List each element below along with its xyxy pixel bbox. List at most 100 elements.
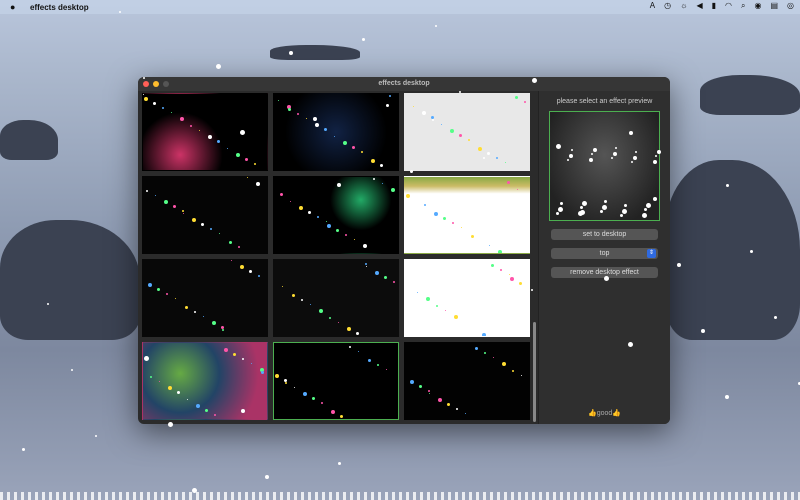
particle bbox=[428, 390, 430, 392]
snowflake bbox=[633, 156, 637, 160]
keyboard-input-icon[interactable]: A bbox=[650, 1, 655, 11]
effect-tile-color-bokeh[interactable] bbox=[142, 342, 268, 420]
particle bbox=[386, 369, 387, 370]
particle bbox=[391, 188, 395, 192]
status-icons: A ◷ ☼ ◀ ▮ ◠ ⌕ ◉ ▤ ◎ bbox=[650, 1, 794, 11]
snowflake bbox=[624, 204, 627, 207]
zoom-button[interactable] bbox=[163, 81, 169, 87]
particle bbox=[436, 305, 438, 307]
particle bbox=[358, 351, 359, 352]
close-button[interactable] bbox=[143, 81, 149, 87]
particle bbox=[290, 201, 291, 202]
snowflake bbox=[216, 64, 221, 69]
snowflake bbox=[571, 149, 573, 151]
remove-desktop-effect-button[interactable]: remove desktop effect bbox=[551, 267, 658, 278]
particle bbox=[377, 364, 379, 366]
position-select[interactable]: top ⇕ bbox=[551, 248, 658, 259]
particle bbox=[426, 297, 430, 301]
apple-menu-icon[interactable]: ● bbox=[10, 2, 20, 12]
snowflake bbox=[435, 25, 437, 27]
particle bbox=[212, 321, 216, 325]
particle bbox=[303, 392, 307, 396]
snowflake bbox=[22, 448, 25, 451]
effect-tile-confetti-bokeh[interactable] bbox=[142, 93, 268, 171]
particle bbox=[249, 270, 252, 273]
search-icon[interactable]: ⌕ bbox=[741, 1, 745, 11]
snowflake bbox=[602, 205, 607, 210]
snowflake bbox=[558, 207, 563, 212]
snowflake bbox=[560, 202, 563, 205]
particle bbox=[419, 385, 422, 388]
prompt-label: please select an effect preview bbox=[556, 98, 653, 105]
particle bbox=[245, 158, 248, 161]
particle bbox=[434, 212, 438, 216]
effect-tile-stars[interactable] bbox=[273, 259, 399, 337]
effect-tile-colored-rings[interactable] bbox=[404, 259, 530, 337]
effect-tile-white-paper[interactable] bbox=[404, 93, 530, 171]
wifi-icon[interactable]: ◠ bbox=[725, 1, 732, 11]
effect-tile-snow[interactable] bbox=[273, 342, 399, 420]
battery-icon[interactable]: ▮ bbox=[712, 1, 716, 11]
particle bbox=[343, 141, 347, 145]
position-select-value: top bbox=[599, 250, 610, 257]
siri-icon[interactable]: ◎ bbox=[787, 1, 794, 11]
particle bbox=[445, 310, 446, 311]
particle bbox=[280, 193, 283, 196]
particle bbox=[334, 136, 335, 137]
particle bbox=[171, 112, 172, 113]
particle bbox=[356, 332, 359, 335]
effect-tile-leaves[interactable] bbox=[404, 176, 530, 254]
particle bbox=[208, 135, 212, 139]
particle bbox=[475, 347, 478, 350]
particle bbox=[164, 200, 168, 204]
particle bbox=[365, 263, 367, 265]
snowflake bbox=[631, 161, 633, 163]
particle bbox=[284, 379, 287, 382]
scrollbar[interactable] bbox=[533, 322, 536, 422]
particle bbox=[192, 218, 196, 222]
particle bbox=[148, 283, 152, 287]
particle bbox=[261, 371, 264, 374]
particle bbox=[297, 113, 299, 115]
minimize-button[interactable] bbox=[153, 81, 159, 87]
particle bbox=[371, 159, 375, 163]
particle bbox=[177, 391, 180, 394]
effect-tile-rings[interactable] bbox=[142, 259, 268, 337]
snowflake bbox=[95, 435, 97, 437]
particle bbox=[260, 368, 264, 372]
particle bbox=[470, 232, 474, 236]
user-icon[interactable]: ◉ bbox=[754, 1, 761, 11]
menu-bar: ● effects desktop A ◷ ☼ ◀ ▮ ◠ ⌕ ◉ ▤ ◎ bbox=[0, 0, 800, 14]
control-center-icon[interactable]: ▤ bbox=[770, 1, 778, 11]
particle bbox=[438, 398, 442, 402]
effect-tile-symbols[interactable] bbox=[273, 93, 399, 171]
particle bbox=[155, 195, 156, 196]
particle bbox=[194, 311, 196, 313]
snowflake bbox=[580, 206, 583, 209]
time-machine-icon[interactable]: ◷ bbox=[664, 1, 671, 11]
particle bbox=[452, 222, 454, 224]
snowflake bbox=[642, 213, 647, 218]
particle bbox=[478, 147, 482, 151]
particle bbox=[310, 304, 311, 305]
snowflake bbox=[71, 369, 73, 371]
effect-tile-fireworks[interactable] bbox=[273, 176, 399, 254]
set-to-desktop-button[interactable]: set to desktop bbox=[551, 229, 658, 240]
effect-tile-bubbles[interactable] bbox=[142, 176, 268, 254]
particle bbox=[461, 227, 462, 228]
snowflake bbox=[615, 147, 617, 149]
particle bbox=[180, 117, 184, 121]
particle bbox=[173, 205, 176, 208]
app-menu[interactable]: effects desktop bbox=[30, 3, 89, 12]
particle bbox=[463, 320, 466, 323]
particle bbox=[375, 271, 379, 275]
effect-tile-colored-dots[interactable] bbox=[404, 342, 530, 420]
particle bbox=[408, 287, 410, 289]
particle bbox=[222, 329, 224, 331]
brightness-icon[interactable]: ☼ bbox=[680, 1, 687, 11]
particle bbox=[468, 139, 470, 141]
particle bbox=[219, 233, 220, 234]
particle bbox=[199, 130, 200, 131]
volume-icon[interactable]: ◀ bbox=[696, 1, 702, 11]
particle bbox=[185, 306, 188, 309]
